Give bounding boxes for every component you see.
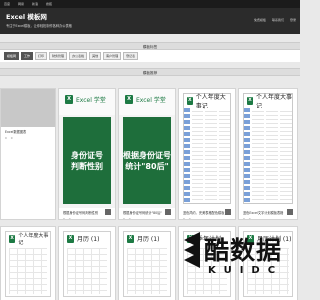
template-card[interactable]: X 个人年度大事记 — [0, 226, 56, 300]
tag-item[interactable]: 客户管理 — [103, 52, 122, 60]
excel-icon: X — [65, 95, 73, 104]
template-thumbnail[interactable]: X 月历 (1) — [119, 227, 175, 297]
download-count: 0 — [68, 217, 71, 220]
watermark-logo: 酷数据 KUIDC — [178, 228, 300, 300]
header-link[interactable]: 登录 — [290, 18, 296, 22]
site-tagline: 专注于Excel模板，让你轻松制作各种办公表格 — [6, 24, 72, 28]
download-count: 0 — [248, 217, 251, 220]
template-card[interactable]: X Excel 学堂 根据身份证号 统计"80后" 根据身份证号码统计"80后"… — [118, 88, 176, 220]
template-card[interactable]: Excel数据图表 0 0 — [0, 88, 56, 220]
thumbnail-title: 个人年度大事记 — [256, 93, 293, 110]
topnav-link[interactable]: 新浪 — [32, 2, 38, 6]
download-icon[interactable] — [287, 209, 293, 215]
topnav-link[interactable]: 搜狐 — [46, 2, 52, 6]
excel-icon: X — [127, 234, 134, 243]
topnav-link[interactable]: 网易 — [18, 2, 24, 6]
template-thumbnail[interactable]: X 月历 (1) — [59, 227, 115, 297]
card-meta: Excel数据图表 0 0 — [1, 127, 55, 142]
header-link[interactable]: 联系我们 — [272, 18, 284, 22]
template-name[interactable]: 蓝色Excel文字计划模板表格 — [243, 210, 293, 215]
download-count: 0 — [10, 136, 13, 140]
template-thumbnail[interactable]: X Excel 学堂 根据身份证号 统计"80后" — [119, 89, 175, 208]
template-name[interactable]: 根据身份证号码统计"80后" — [123, 210, 171, 215]
view-count: 0 — [123, 217, 125, 220]
template-card[interactable]: X 月历 (1) — [58, 226, 116, 300]
view-count: 0 — [5, 136, 7, 140]
view-count: 0 — [63, 217, 65, 220]
tags-section-title: 模板标签 — [0, 42, 300, 50]
template-name[interactable]: 根据身份证号码判断性别 — [63, 210, 111, 215]
header-link[interactable]: 免费模板 — [254, 18, 266, 22]
download-icon[interactable] — [105, 209, 111, 215]
excel-icon: X — [247, 96, 253, 105]
tag-item[interactable]: 模板网 — [4, 52, 20, 60]
tag-item[interactable]: 办公表格 — [69, 52, 88, 60]
thumbnail-title: 月历 (1) — [137, 236, 160, 243]
thumbnail-title: Excel 学堂 — [76, 97, 106, 104]
thumbnail-text: 统计"80后" — [125, 161, 169, 171]
thumbnail-title: 月历 (1) — [77, 236, 100, 243]
excel-icon: X — [125, 95, 133, 104]
thumbnail-text: 身份证号 — [71, 150, 103, 160]
thumbnail-title: Excel 学堂 — [136, 97, 166, 104]
watermark-subtext: KUIDC — [208, 265, 284, 276]
template-card[interactable]: X 个人年度大事记 蓝色简约、完美表格配色模板 0 0 — [178, 88, 236, 220]
topnav-link[interactable]: 百度 — [4, 2, 10, 6]
template-name[interactable]: Excel数据图表 — [5, 129, 51, 134]
template-thumbnail[interactable]: X 个人年度大事记 — [239, 89, 297, 208]
template-thumbnail[interactable]: X Excel 学堂 身份证号 判断性别 — [59, 89, 115, 208]
tag-item[interactable]: 财务管理 — [49, 52, 68, 60]
template-card[interactable]: X 月历 (1) — [118, 226, 176, 300]
download-count: 0 — [128, 217, 131, 220]
template-thumbnail[interactable]: X 个人年度大事记 — [179, 89, 235, 208]
thumbnail-title: 个人年度大事记 — [18, 232, 49, 246]
watermark-text: 酷数据 — [204, 236, 283, 265]
thumbnail-text: 判断性别 — [71, 161, 103, 171]
tag-list: 模板网 工作 打印 财务管理 办公表格 其他 客户管理 登记表 — [0, 50, 300, 62]
site-header: Excel 模板网 专注于Excel模板，让你轻松制作各种办公表格 免费模板 联… — [0, 8, 300, 34]
tag-item[interactable]: 其他 — [89, 52, 102, 60]
view-count: 0 — [183, 217, 185, 220]
download-icon[interactable] — [225, 209, 231, 215]
download-icon[interactable] — [165, 209, 171, 215]
template-card[interactable]: X 个人年度大事记 蓝色Excel文字计划模板表格 0 0 — [238, 88, 298, 220]
template-name[interactable]: 蓝色简约、完美表格配色模板 — [183, 210, 231, 215]
template-thumbnail[interactable] — [1, 89, 55, 127]
template-thumbnail[interactable]: X 个人年度大事记 — [1, 227, 55, 297]
thumbnail-title: 个人年度大事记 — [195, 93, 226, 110]
excel-icon: X — [67, 234, 74, 243]
top-nav-bar: 百度 网易 新浪 搜狐 — [0, 0, 300, 8]
tag-item[interactable]: 工作 — [21, 52, 34, 60]
tag-item[interactable]: 登记表 — [123, 52, 139, 60]
header-links: 免费模板 联系我们 登录 — [248, 18, 296, 22]
excel-icon: X — [187, 96, 193, 105]
template-card[interactable]: X Excel 学堂 身份证号 判断性别 根据身份证号码判断性别 0 0 — [58, 88, 116, 220]
view-count: 0 — [243, 217, 245, 220]
tag-item[interactable]: 打印 — [35, 52, 48, 60]
thumbnail-text: 根据身份证号 — [123, 150, 171, 160]
excel-icon: X — [9, 234, 16, 243]
download-count: 0 — [188, 217, 191, 220]
templates-section-title: 模板推荐 — [0, 68, 300, 76]
